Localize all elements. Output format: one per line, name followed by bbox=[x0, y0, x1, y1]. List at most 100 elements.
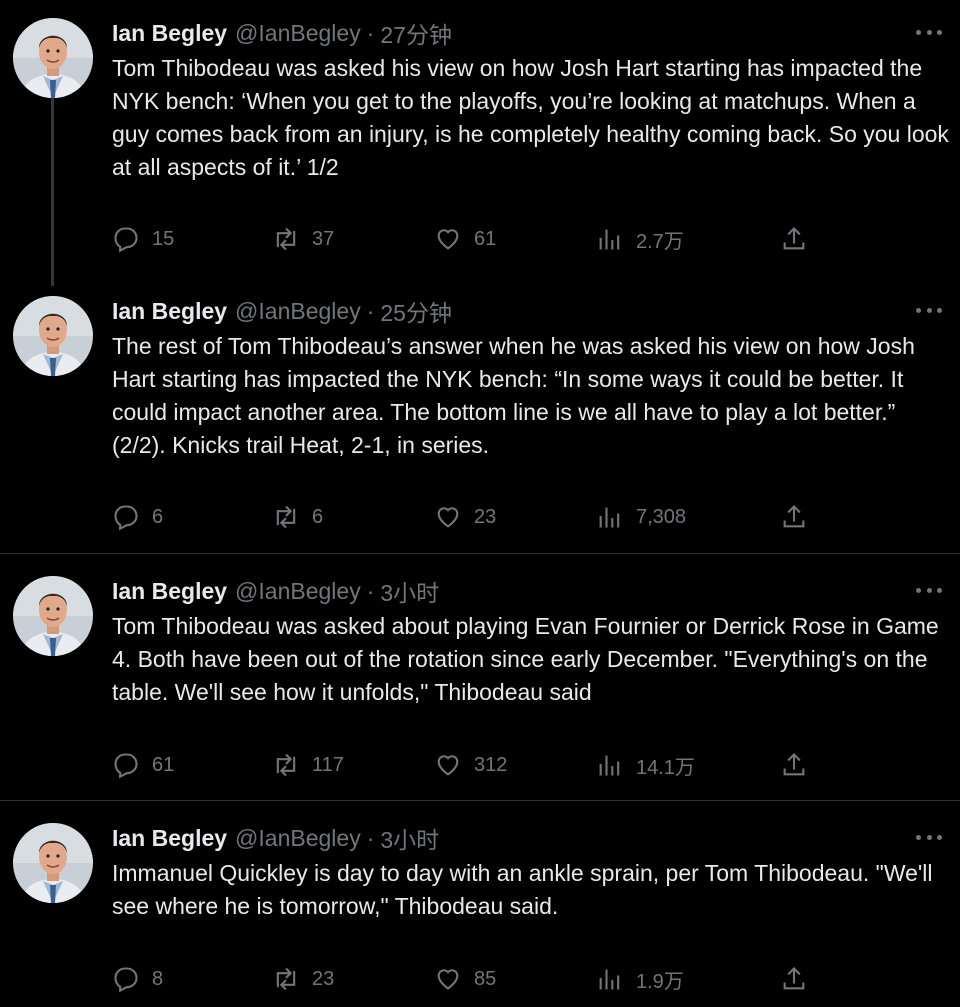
more-icon[interactable] bbox=[916, 298, 942, 322]
share-button[interactable] bbox=[780, 964, 820, 994]
views-button[interactable]: 7,308 bbox=[596, 502, 686, 532]
reply-count: 8 bbox=[152, 967, 164, 990]
view-count: 1.9万 bbox=[636, 970, 684, 993]
timestamp[interactable]: 27分钟 bbox=[380, 16, 452, 50]
tweet-header: Ian Begley @IanBegley · 3小时 bbox=[112, 574, 439, 608]
author-handle[interactable]: @IanBegley bbox=[235, 20, 361, 47]
avatar-image bbox=[13, 296, 93, 376]
retweet-icon bbox=[276, 505, 296, 529]
views-button[interactable]: 14.1万 bbox=[596, 750, 695, 780]
retweet-count: 117 bbox=[312, 753, 344, 776]
share-button[interactable] bbox=[780, 502, 820, 532]
author-name[interactable]: Ian Begley bbox=[112, 578, 227, 605]
retweet-button[interactable]: 37 bbox=[272, 224, 334, 254]
tweet-actions: 15 37 61 2.7万 bbox=[112, 224, 812, 254]
tweet[interactable]: Ian Begley @IanBegley · 27分钟 Tom Thibode… bbox=[0, 18, 960, 268]
like-count: 312 bbox=[474, 753, 508, 776]
tweet[interactable]: Ian Begley @IanBegley · 25分钟 The rest of… bbox=[0, 296, 960, 546]
reply-button[interactable]: 6 bbox=[112, 502, 163, 532]
reply-icon bbox=[114, 227, 138, 253]
like-button[interactable]: 85 bbox=[434, 964, 496, 994]
author-handle[interactable]: @IanBegley bbox=[235, 578, 361, 605]
avatar-image bbox=[13, 18, 93, 98]
retweet-count: 37 bbox=[312, 227, 335, 250]
reply-icon bbox=[114, 753, 138, 779]
more-icon[interactable] bbox=[916, 578, 942, 602]
heart-icon bbox=[437, 229, 459, 250]
tweet-text: Tom Thibodeau was asked his view on how … bbox=[112, 55, 956, 180]
views-icon bbox=[599, 507, 620, 528]
avatar-image bbox=[13, 576, 93, 656]
views-icon bbox=[599, 229, 620, 250]
share-icon bbox=[783, 967, 805, 990]
tweet-divider bbox=[0, 553, 960, 554]
avatar[interactable] bbox=[13, 18, 93, 98]
separator: · bbox=[366, 577, 375, 604]
reply-count: 61 bbox=[152, 753, 175, 776]
tweet-actions: 8 23 85 1.9万 bbox=[112, 964, 812, 994]
tweet-text: Immanuel Quickley is day to day with an … bbox=[112, 860, 939, 919]
reply-button[interactable]: 8 bbox=[112, 964, 163, 994]
views-button[interactable]: 2.7万 bbox=[596, 224, 684, 254]
author-handle[interactable]: @IanBegley bbox=[235, 825, 361, 852]
timestamp[interactable]: 25分钟 bbox=[380, 294, 452, 328]
tweet-text: The rest of Tom Thibodeau’s answer when … bbox=[112, 333, 922, 458]
like-button[interactable]: 23 bbox=[434, 502, 496, 532]
timestamp[interactable]: 3小时 bbox=[380, 821, 439, 855]
share-icon bbox=[783, 753, 805, 776]
author-name[interactable]: Ian Begley bbox=[112, 298, 227, 325]
retweet-icon bbox=[276, 753, 296, 777]
tweet[interactable]: Ian Begley @IanBegley · 3小时 Tom Thibodea… bbox=[0, 576, 960, 791]
reply-count: 15 bbox=[152, 227, 175, 250]
author-name[interactable]: Ian Begley bbox=[112, 20, 227, 47]
heart-icon bbox=[437, 969, 459, 990]
heart-icon bbox=[437, 755, 459, 776]
retweet-count: 6 bbox=[312, 505, 324, 528]
like-count: 85 bbox=[474, 967, 497, 990]
like-count: 61 bbox=[474, 227, 497, 250]
author-handle[interactable]: @IanBegley bbox=[235, 298, 361, 325]
like-button[interactable]: 312 bbox=[434, 750, 507, 780]
separator: · bbox=[366, 824, 375, 851]
share-button[interactable] bbox=[780, 750, 820, 780]
separator: · bbox=[366, 19, 375, 46]
retweet-icon bbox=[276, 967, 296, 991]
view-count: 7,308 bbox=[636, 505, 687, 528]
reply-button[interactable]: 61 bbox=[112, 750, 174, 780]
retweet-button[interactable]: 117 bbox=[272, 750, 344, 780]
retweet-count: 23 bbox=[312, 967, 335, 990]
like-count: 23 bbox=[474, 505, 497, 528]
reply-count: 6 bbox=[152, 505, 164, 528]
tweet-actions: 6 6 23 7,308 bbox=[112, 502, 812, 532]
view-count: 14.1万 bbox=[636, 756, 695, 779]
views-icon bbox=[599, 755, 620, 776]
tweet-actions: 61 117 312 14.1万 bbox=[112, 750, 812, 780]
tweet-text: Tom Thibodeau was asked about playing Ev… bbox=[112, 613, 946, 705]
avatar[interactable] bbox=[13, 823, 93, 903]
more-icon[interactable] bbox=[916, 20, 942, 44]
timestamp[interactable]: 3小时 bbox=[380, 574, 439, 608]
share-icon bbox=[783, 505, 805, 528]
avatar-image bbox=[13, 823, 93, 903]
retweet-button[interactable]: 23 bbox=[272, 964, 334, 994]
heart-icon bbox=[437, 507, 459, 528]
reply-button[interactable]: 15 bbox=[112, 224, 174, 254]
avatar[interactable] bbox=[13, 296, 93, 376]
tweet-header: Ian Begley @IanBegley · 25分钟 bbox=[112, 294, 452, 328]
views-button[interactable]: 1.9万 bbox=[596, 964, 684, 994]
views-icon bbox=[599, 969, 620, 990]
tweet-divider bbox=[0, 800, 960, 801]
reply-icon bbox=[114, 967, 138, 993]
like-button[interactable]: 61 bbox=[434, 224, 496, 254]
more-icon[interactable] bbox=[916, 825, 942, 849]
separator: · bbox=[366, 297, 375, 324]
tweet-header: Ian Begley @IanBegley · 27分钟 bbox=[112, 16, 452, 50]
view-count: 2.7万 bbox=[636, 230, 684, 253]
author-name[interactable]: Ian Begley bbox=[112, 825, 227, 852]
retweet-icon bbox=[276, 227, 296, 251]
share-button[interactable] bbox=[780, 224, 820, 254]
retweet-button[interactable]: 6 bbox=[272, 502, 323, 532]
tweet[interactable]: Ian Begley @IanBegley · 3小时 Immanuel Qui… bbox=[0, 823, 960, 1007]
reply-icon bbox=[114, 505, 138, 531]
avatar[interactable] bbox=[13, 576, 93, 656]
